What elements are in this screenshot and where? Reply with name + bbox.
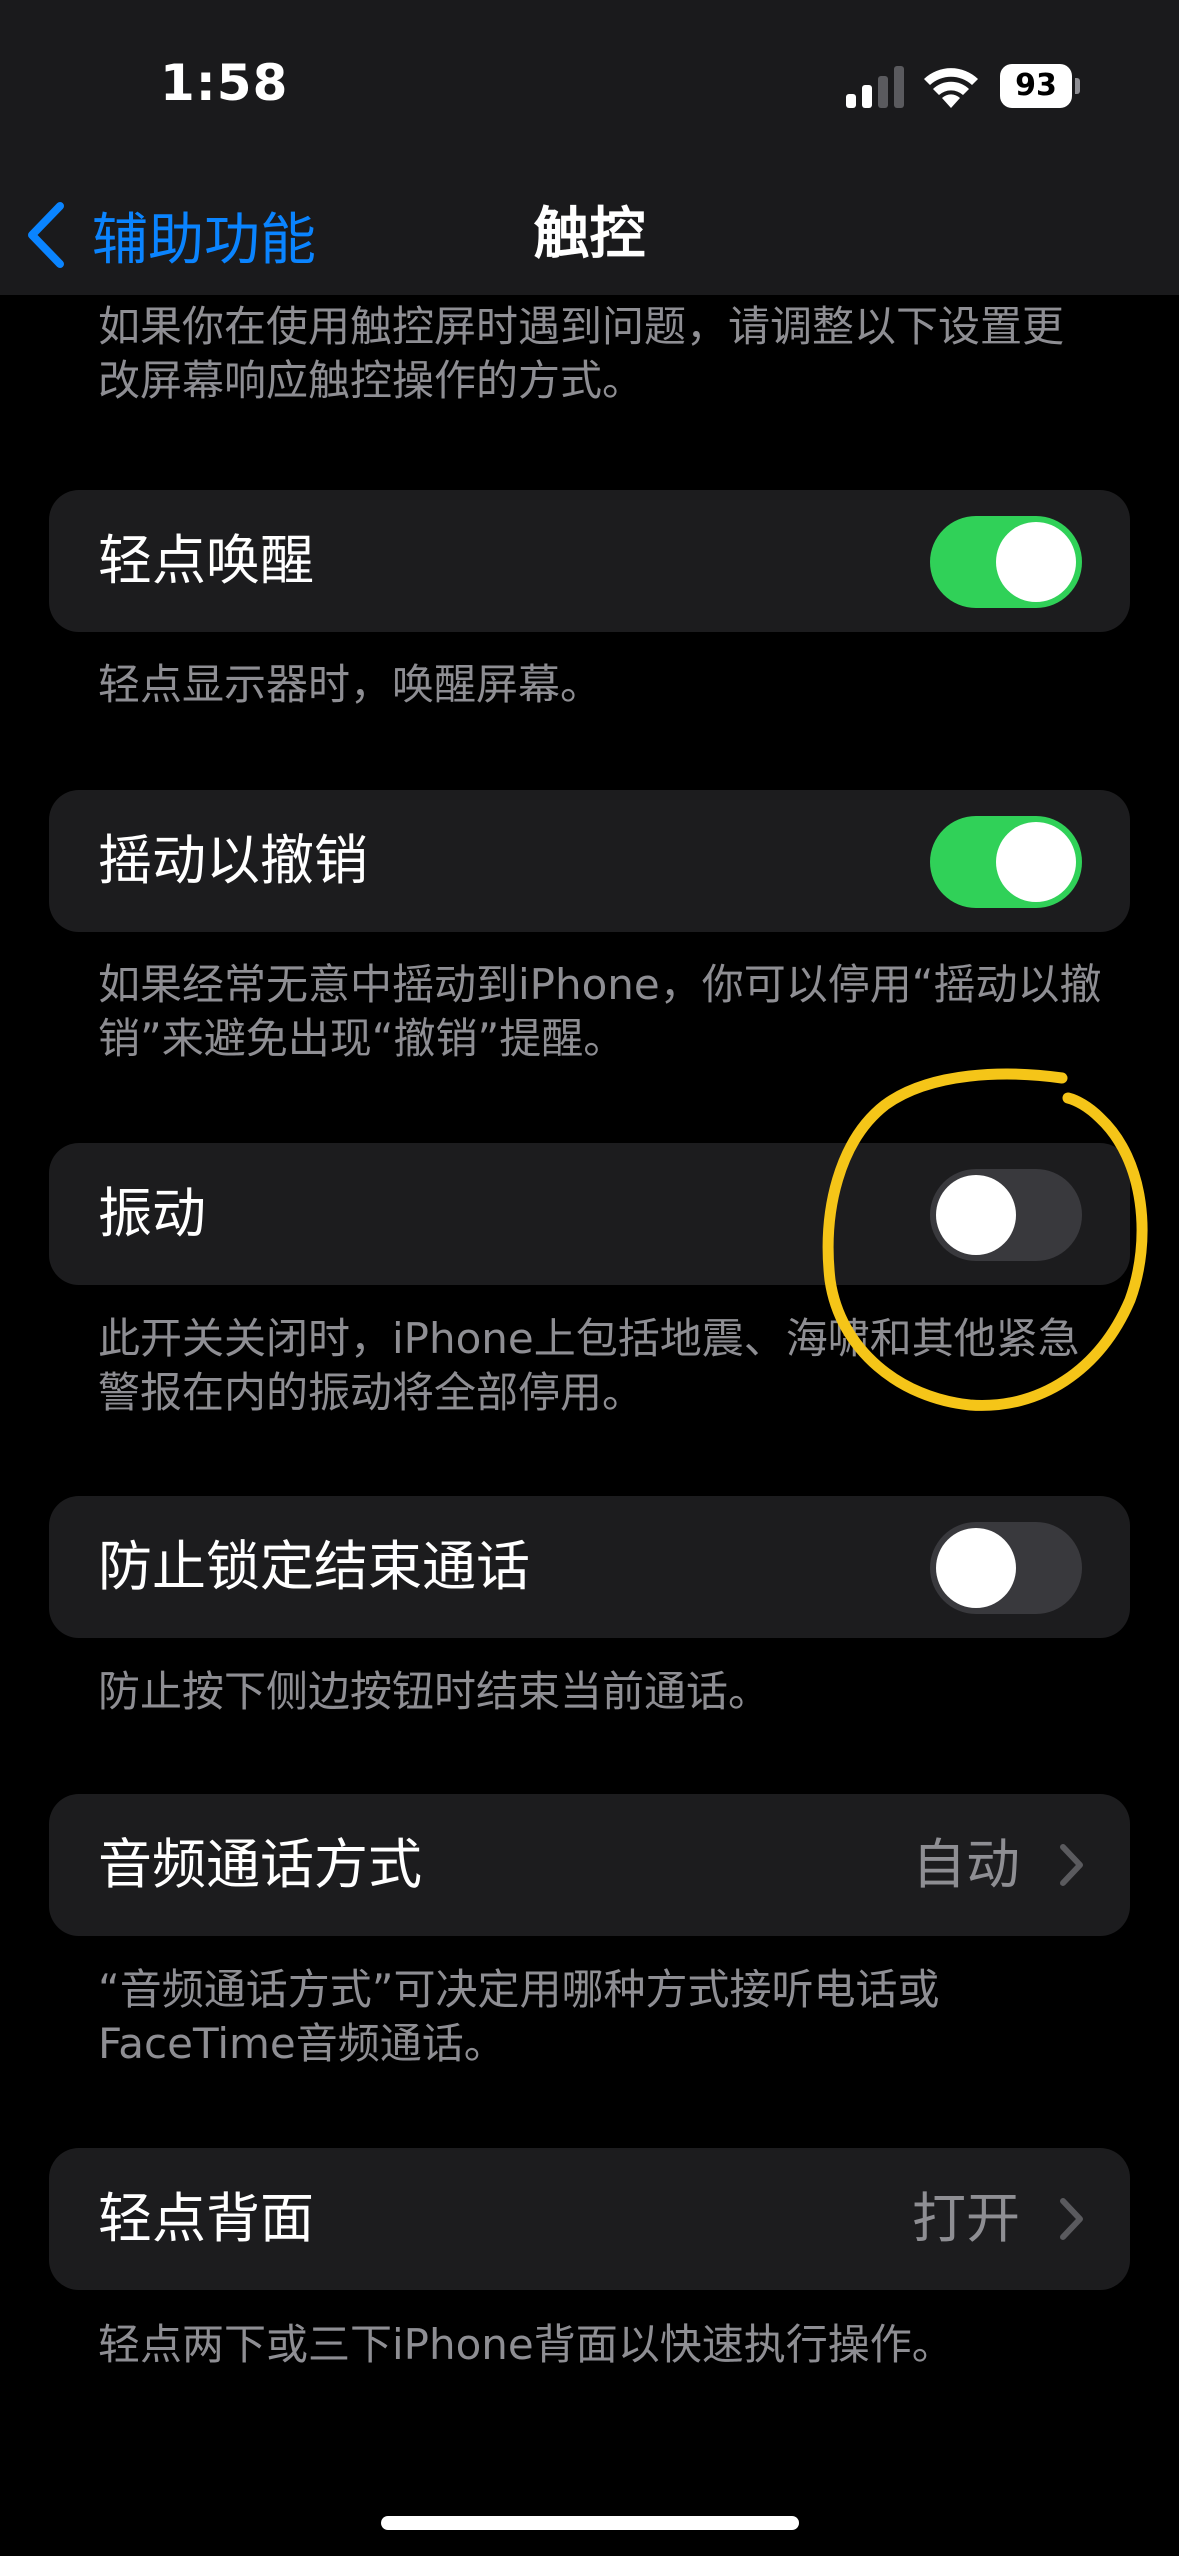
battery-icon: 93	[1000, 64, 1080, 108]
setting-back-tap[interactable]: 轻点背面 打开	[49, 2148, 1130, 2290]
prevent-lock-to-end-call-toggle[interactable]	[930, 1522, 1082, 1614]
setting-label: 轻点唤醒	[98, 529, 314, 592]
setting-call-audio-routing[interactable]: 音频通话方式 自动	[49, 1794, 1130, 1936]
setting-tap-to-wake: 轻点唤醒	[49, 490, 1130, 632]
setting-label: 摇动以撤销	[98, 829, 368, 892]
toggle-knob	[996, 522, 1076, 602]
battery-level: 93	[1000, 64, 1072, 108]
wifi-icon	[924, 68, 978, 108]
home-indicator[interactable]	[381, 2516, 799, 2530]
chevron-right-icon	[1060, 1844, 1083, 1886]
tap-to-wake-toggle[interactable]	[930, 516, 1082, 608]
back-button-label: 辅助功能	[92, 207, 316, 273]
toggle-knob	[936, 1528, 1016, 1608]
setting-footer: 轻点两下或三下iPhone背面以快速执行操作。	[98, 2320, 954, 2369]
toggle-knob	[996, 822, 1076, 902]
setting-label: 音频通话方式	[98, 1833, 422, 1896]
navigation-bar: 触控 辅助功能	[0, 170, 1179, 295]
setting-footer: 防止按下侧边按钮时结束当前通话。	[98, 1667, 771, 1716]
status-time: 1:58	[160, 54, 289, 112]
setting-shake-to-undo: 摇动以撤销	[49, 790, 1130, 932]
setting-footer: 轻点显示器时，唤醒屏幕。	[98, 660, 603, 709]
cellular-signal-icon	[846, 66, 904, 108]
setting-label: 振动	[98, 1182, 206, 1245]
annotation-circle	[822, 1068, 1148, 1411]
intro-description: 如果你在使用触控屏时遇到问题，请调整以下设置更改屏幕响应触控操作的方式。	[98, 302, 1065, 405]
setting-prevent-lock-to-end-call: 防止锁定结束通话	[49, 1496, 1130, 1638]
battery-cap	[1075, 78, 1080, 94]
setting-value: 自动	[912, 1833, 1020, 1896]
shake-to-undo-toggle[interactable]	[930, 816, 1082, 908]
status-bar: 1:58 93	[0, 0, 1179, 170]
setting-value: 打开	[912, 2187, 1020, 2250]
back-button[interactable]: 辅助功能	[22, 190, 316, 280]
setting-footer: “音频通话方式”可决定用哪种方式接听电话或FaceTime音频通话。	[98, 1965, 940, 2068]
chevron-right-icon	[1060, 2198, 1083, 2240]
setting-label: 轻点背面	[98, 2187, 314, 2250]
chevron-left-icon	[28, 202, 64, 268]
setting-label: 防止锁定结束通话	[98, 1535, 530, 1598]
